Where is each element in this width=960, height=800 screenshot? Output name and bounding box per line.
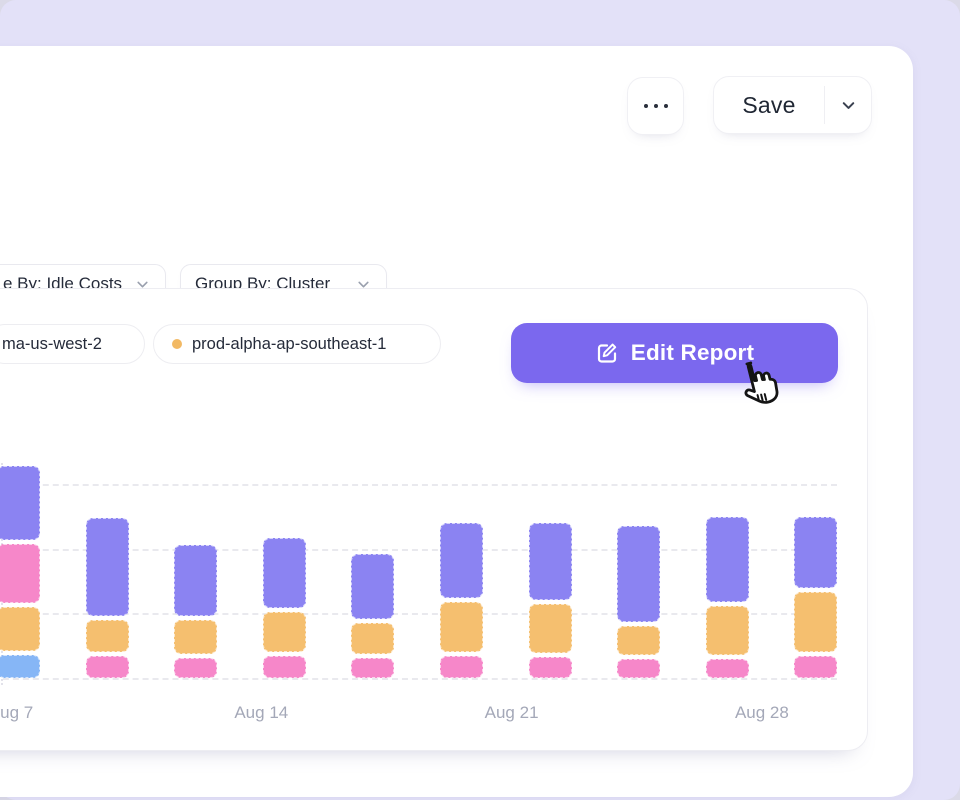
legend-chip-cluster-1[interactable]: ma-us-west-2 xyxy=(0,324,145,364)
edit-report-button[interactable]: Edit Report xyxy=(511,323,838,383)
x-axis-tick-label: Aug 7 xyxy=(0,703,56,723)
bar-segment-blue xyxy=(0,655,40,678)
bar-segment-pink xyxy=(86,656,129,678)
bar-segment-pink xyxy=(174,658,217,678)
save-split-button[interactable]: Save xyxy=(713,76,872,134)
bar-segment-orange xyxy=(794,592,837,652)
bar xyxy=(0,466,40,678)
bar xyxy=(529,523,572,678)
bar-segment-purple xyxy=(706,517,749,602)
bar xyxy=(617,526,660,678)
bar-segment-orange xyxy=(0,607,40,651)
save-dropdown-toggle[interactable] xyxy=(825,77,871,133)
bar xyxy=(174,545,217,678)
edit-pencil-icon xyxy=(595,341,619,365)
x-axis-tick-label: Aug 28 xyxy=(717,703,807,723)
bar-segment-orange xyxy=(86,620,129,652)
bar-segment-orange xyxy=(351,623,394,654)
bar xyxy=(440,523,483,678)
bar-segment-pink xyxy=(794,656,837,678)
gridline xyxy=(0,678,837,680)
bar-segment-pink xyxy=(440,656,483,678)
bar-segment-pink xyxy=(706,659,749,678)
x-axis-tick-label: Aug 21 xyxy=(467,703,557,723)
bar xyxy=(263,538,306,678)
bar-segment-orange xyxy=(263,612,306,652)
bar-segment-orange xyxy=(706,606,749,655)
stacked-bar-chart: Aug 7 Aug 14 Aug 21 Aug 28 xyxy=(0,439,867,739)
ellipsis-icon xyxy=(664,104,668,108)
bar-segment-purple xyxy=(794,517,837,588)
bar-segment-purple xyxy=(351,554,394,619)
legend-chip-label: ma-us-west-2 xyxy=(2,335,102,354)
bar-segment-pink xyxy=(263,656,306,678)
report-main-card: Save e By: Idle Costs Group By: Cluster xyxy=(0,46,913,797)
edit-report-label: Edit Report xyxy=(631,340,754,366)
chart-card: ma-us-west-2 prod-alpha-ap-southeast-1 E… xyxy=(0,288,868,751)
legend-chip-cluster-2[interactable]: prod-alpha-ap-southeast-1 xyxy=(153,324,441,364)
bar-segment-purple xyxy=(617,526,660,622)
bar xyxy=(351,554,394,678)
bar xyxy=(86,518,129,678)
bar-segment-orange xyxy=(174,620,217,654)
bar-segment-orange xyxy=(529,604,572,653)
bar-segment-purple xyxy=(174,545,217,616)
bar-segment-pink xyxy=(617,659,660,678)
ellipsis-icon xyxy=(644,104,648,108)
bar-segment-pink xyxy=(351,658,394,678)
bar-segment-orange xyxy=(440,602,483,652)
bar-segment-pink xyxy=(0,544,40,603)
bar-segment-purple xyxy=(440,523,483,598)
bar xyxy=(794,517,837,678)
bar-segment-purple xyxy=(86,518,129,616)
legend-chip-label: prod-alpha-ap-southeast-1 xyxy=(192,335,386,354)
bar-segment-purple xyxy=(263,538,306,608)
series-color-dot-icon xyxy=(172,339,182,349)
save-button[interactable]: Save xyxy=(714,77,824,133)
x-axis-tick-label: Aug 14 xyxy=(216,703,306,723)
ellipsis-icon xyxy=(654,104,658,108)
more-options-button[interactable] xyxy=(627,77,684,135)
bar-segment-purple xyxy=(529,523,572,600)
app-viewport: Save e By: Idle Costs Group By: Cluster xyxy=(0,0,960,800)
bar-segment-pink xyxy=(529,657,572,678)
gridline xyxy=(0,484,837,486)
bar xyxy=(706,517,749,678)
bar-segment-orange xyxy=(617,626,660,655)
bar-segment-purple xyxy=(0,466,40,540)
chevron-down-icon xyxy=(839,96,858,115)
